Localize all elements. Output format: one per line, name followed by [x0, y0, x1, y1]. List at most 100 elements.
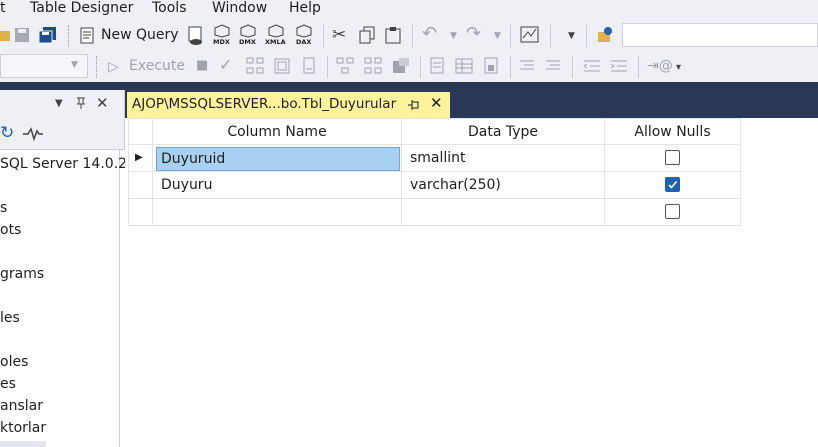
document-tab-strip: AJOP\MSSQLSERVER...bo.Tbl_Duyurular ✕: [125, 90, 818, 118]
save-icon[interactable]: [14, 27, 30, 43]
tree-node-server[interactable]: SQL Server 14.0.2: [0, 156, 127, 172]
dmx-label: DMX: [239, 38, 256, 46]
cut-icon[interactable]: ✂: [332, 25, 346, 45]
allow-nulls-checkbox[interactable]: [665, 177, 680, 192]
results-to-file-icon[interactable]: [482, 57, 500, 75]
undo-icon[interactable]: ↶: [422, 24, 437, 44]
refresh-icon[interactable]: ↻: [0, 123, 14, 143]
new-query-button[interactable]: New Query: [101, 27, 179, 43]
activity-monitor-icon[interactable]: [520, 26, 540, 44]
object-explorer-panel: ▼ ✕ ↻ SQL Server 14.0.2 s ots grams les …: [0, 90, 127, 447]
tree-node-diagrams[interactable]: grams: [0, 266, 44, 282]
specify-template-values-icon[interactable]: ⇥@: [647, 56, 673, 76]
toolbar-separator: [638, 56, 639, 78]
toolbar-overflow-chevron-down-icon[interactable]: ▾: [676, 58, 681, 78]
dax-query-button[interactable]: DAX: [292, 24, 316, 48]
comment-out-icon[interactable]: [518, 57, 536, 75]
window-position-chevron-down-icon[interactable]: ▼: [55, 94, 63, 114]
increase-indent-icon[interactable]: [609, 57, 629, 75]
column-name-cell[interactable]: Duyuruid: [153, 145, 402, 172]
allow-nulls-checkbox[interactable]: [665, 150, 680, 165]
data-type-cell[interactable]: [402, 199, 605, 226]
decrease-indent-icon[interactable]: [582, 57, 602, 75]
column-name-cell[interactable]: Duyuru: [153, 172, 402, 199]
execute-play-icon[interactable]: ▷: [108, 57, 119, 77]
column-header-column-name[interactable]: Column Name: [153, 118, 402, 145]
close-icon[interactable]: ✕: [96, 93, 109, 113]
results-to-text-icon[interactable]: [428, 57, 446, 75]
allow-nulls-cell[interactable]: [605, 199, 741, 226]
live-stats-icon[interactable]: [364, 57, 382, 75]
menu-item-project[interactable]: t: [0, 0, 6, 16]
redo-dropdown-chevron-down-icon[interactable]: ▼: [494, 26, 501, 46]
include-plan-icon[interactable]: [336, 57, 354, 75]
data-type-cell[interactable]: smallint: [402, 145, 605, 172]
row-selector[interactable]: ▶: [128, 145, 153, 172]
close-icon[interactable]: ✕: [430, 94, 443, 112]
new-query-icon[interactable]: [78, 27, 96, 45]
open-folder-icon[interactable]: [0, 28, 10, 42]
tool-window-band: [0, 82, 818, 90]
row-selector[interactable]: [128, 172, 153, 199]
column-name-cell[interactable]: [153, 199, 402, 226]
tab-tbl-duyurular[interactable]: AJOP\MSSQLSERVER...bo.Tbl_Duyurular ✕: [127, 92, 450, 118]
tree-node-table-a[interactable]: anslar: [0, 398, 43, 414]
dax-cube-icon: [296, 24, 312, 38]
toolbar-overflow-chevron-down-icon[interactable]: ▼: [568, 26, 575, 46]
client-stats-icon[interactable]: [392, 57, 410, 75]
tree-node-snapshots[interactable]: ots: [0, 222, 21, 238]
menu-item-tools[interactable]: Tools: [152, 0, 187, 16]
parse-check-icon[interactable]: ✓: [219, 55, 232, 75]
row-selector[interactable]: [128, 199, 153, 226]
solution-explorer-icon[interactable]: [596, 26, 614, 44]
toolbar-separator: [412, 25, 413, 47]
pin-icon[interactable]: [407, 99, 421, 111]
database-selector[interactable]: ▼: [0, 54, 88, 78]
tree-node-tables[interactable]: les: [0, 310, 20, 326]
mdx-query-button[interactable]: MDX: [210, 24, 234, 48]
results-to-grid-icon[interactable]: [455, 57, 473, 75]
stop-icon[interactable]: ■: [196, 56, 208, 76]
copy-icon[interactable]: [358, 26, 376, 44]
toolbar-separator: [420, 56, 421, 78]
xmla-label: XMLA: [265, 38, 286, 46]
xmla-query-button[interactable]: XMLA: [263, 24, 289, 48]
allow-nulls-cell[interactable]: [605, 172, 741, 199]
uncomment-icon[interactable]: [544, 57, 562, 75]
toolbar-grip[interactable]: [96, 56, 99, 78]
menu-item-window[interactable]: Window: [212, 0, 267, 16]
activity-pulse-icon[interactable]: [22, 127, 44, 141]
tree-node-filetables[interactable]: es: [0, 376, 16, 392]
display-estimated-plan-icon[interactable]: [246, 57, 264, 75]
tab-title: AJOP\MSSQLSERVER...bo.Tbl_Duyurular: [132, 96, 397, 112]
pin-icon[interactable]: [75, 96, 87, 110]
intellisense-icon[interactable]: [300, 57, 318, 75]
menu-item-table-designer[interactable]: Table Designer: [30, 0, 133, 16]
toolbar-separator: [510, 25, 511, 47]
tree-node-table-b[interactable]: ktorlar: [0, 420, 46, 436]
column-name-input[interactable]: Duyuruid: [156, 147, 400, 171]
object-explorer-toolbar: ↻: [0, 118, 125, 150]
tree-node-system-tables[interactable]: oles: [0, 354, 28, 370]
object-explorer-tree: SQL Server 14.0.2 s ots grams les oles e…: [0, 150, 127, 447]
allow-nulls-checkbox[interactable]: [665, 204, 680, 219]
table-designer-document: AJOP\MSSQLSERVER...bo.Tbl_Duyurular ✕ Co…: [125, 90, 818, 447]
tree-selected-row[interactable]: [0, 441, 46, 447]
database-engine-query-icon[interactable]: [186, 25, 206, 47]
save-all-icon[interactable]: [38, 26, 58, 44]
redo-icon[interactable]: ↷: [466, 24, 481, 44]
tree-node-databases[interactable]: s: [0, 200, 7, 216]
dmx-query-button[interactable]: DMX: [236, 24, 260, 48]
column-header-allow-nulls[interactable]: Allow Nulls: [605, 118, 741, 145]
undo-dropdown-chevron-down-icon[interactable]: ▼: [450, 26, 457, 46]
query-designer-icon[interactable]: [273, 57, 291, 75]
column-header-data-type[interactable]: Data Type: [402, 118, 605, 145]
xmla-cube-icon: [268, 24, 284, 38]
execute-button[interactable]: Execute: [129, 58, 185, 74]
toolbar-grip[interactable]: [68, 25, 71, 47]
data-type-cell[interactable]: varchar(250): [402, 172, 605, 199]
menu-item-help[interactable]: Help: [289, 0, 321, 16]
search-combo[interactable]: [622, 23, 818, 47]
allow-nulls-cell[interactable]: [605, 145, 741, 172]
paste-icon[interactable]: [384, 26, 402, 44]
